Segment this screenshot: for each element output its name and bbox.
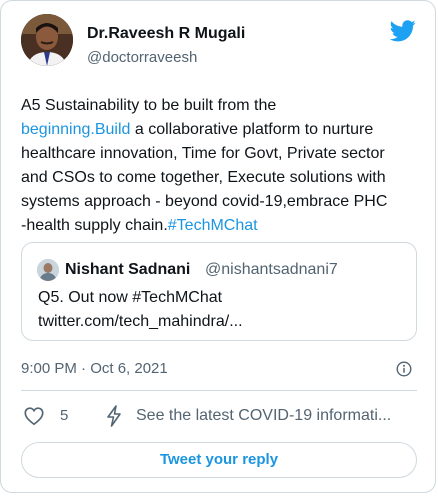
tweet-timestamp[interactable]: 9:00 PM · Oct 6, 2021 (21, 360, 168, 377)
quoted-tweet-text: Q5. Out now #TechMChat (38, 289, 223, 306)
tweet-link[interactable]: beginning.Build (21, 121, 130, 138)
author-handle[interactable]: @doctorraveesh (87, 49, 197, 66)
tweet-line: healthcare innovation, Time for Govt, Pr… (21, 142, 421, 166)
info-icon[interactable] (396, 361, 412, 377)
twitter-bird-icon[interactable] (389, 20, 416, 42)
tweet-text-segment: -health supply chain. (21, 217, 168, 234)
hashtag-link[interactable]: #TechMChat (168, 217, 258, 234)
divider (21, 390, 417, 391)
tweet-text-segment: a collaborative platform to nurture (130, 121, 374, 138)
quoted-author-handle: @nishantsadnani7 (205, 261, 338, 278)
quoted-author-name: Nishant Sadnani (65, 261, 191, 278)
tweet-line: systems approach - beyond covid-19,embra… (21, 190, 421, 214)
quoted-tweet-url: twitter.com/tech_mahindra/... (38, 313, 243, 330)
tweet-text: A5 Sustainability to be built from the b… (21, 94, 421, 238)
author-name[interactable]: Dr.Raveesh R Mugali (87, 25, 245, 43)
tweet-line: -health supply chain.#TechMChat (21, 214, 421, 238)
tweet-text-segment: and CSOs to come together, Execute solut… (21, 169, 386, 186)
heart-icon[interactable] (23, 405, 45, 427)
tweet-text-segment: healthcare innovation, Time for Govt, Pr… (21, 145, 385, 162)
tweet-text-segment: A5 Sustainability to be built from the (21, 97, 277, 114)
tweet-card: Dr.Raveesh R Mugali @doctorraveesh A5 Su… (0, 0, 436, 493)
covid-info-link[interactable]: See the latest COVID-19 informati... (136, 407, 391, 425)
quoted-author-avatar (37, 259, 59, 281)
tweet-reply-button[interactable]: Tweet your reply (21, 442, 417, 478)
covid-info-icon[interactable] (105, 405, 123, 427)
tweet-line: beginning.Build a collaborative platform… (21, 118, 421, 142)
author-avatar[interactable] (21, 14, 73, 66)
tweet-line: and CSOs to come together, Execute solut… (21, 166, 421, 190)
tweet-text-segment: systems approach - beyond covid-19,embra… (21, 193, 388, 210)
quoted-tweet[interactable]: Nishant Sadnani @nishantsadnani7 Q5. Out… (21, 242, 417, 341)
like-count[interactable]: 5 (60, 407, 68, 424)
tweet-line: A5 Sustainability to be built from the (21, 94, 421, 118)
